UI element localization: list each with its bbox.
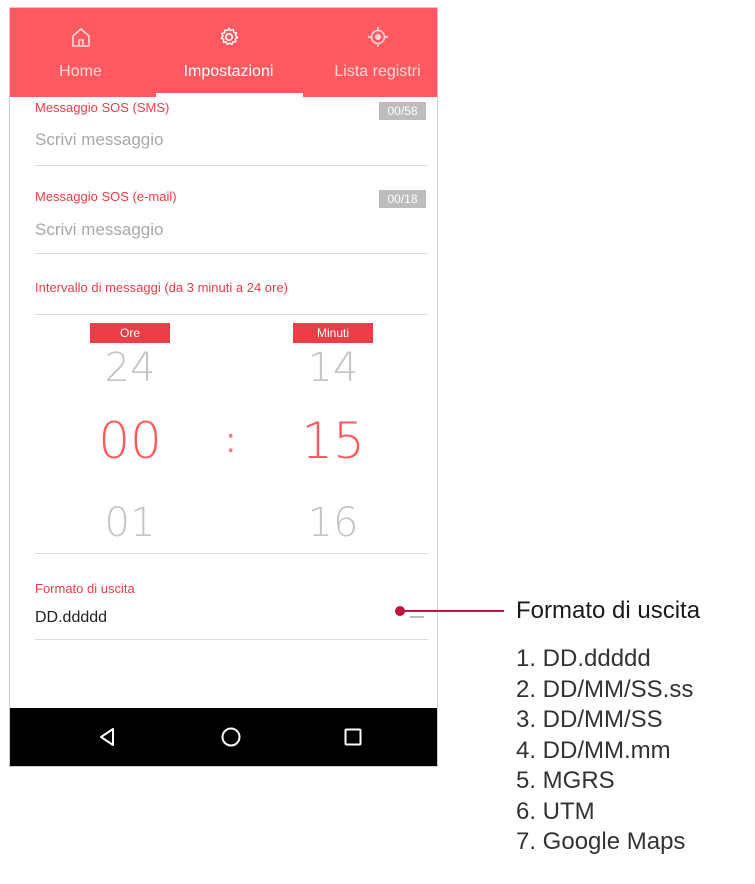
- settings-content: Messaggio SOS (SMS) 00/58 Scrivi messagg…: [10, 97, 437, 708]
- tab-home-label: Home: [59, 63, 102, 80]
- hours-next-value[interactable]: 01: [85, 500, 175, 546]
- list-item: 2. DD/MM/SS.ss: [516, 675, 694, 703]
- tab-bar: Home Impostazioni Lista registri: [10, 8, 437, 97]
- phone-screen: Home Impostazioni Lista registri Messagg…: [9, 7, 438, 767]
- output-format-value[interactable]: DD.ddddd: [35, 609, 107, 627]
- sos-email-input[interactable]: Scrivi messaggio: [35, 220, 164, 240]
- home-icon: [71, 28, 90, 47]
- minutes-selected-value[interactable]: 15: [278, 412, 388, 470]
- list-item: 6. UTM: [516, 797, 595, 825]
- time-separator: :: [226, 422, 236, 460]
- divider: [35, 553, 428, 554]
- hours-label: Ore: [90, 323, 170, 343]
- minutes-prev-value[interactable]: 14: [288, 345, 378, 391]
- output-format-options-list: 1. DD.ddddd 2. DD/MM/SS.ss 3. DD/MM/SS 4…: [516, 644, 693, 858]
- back-icon[interactable]: [96, 726, 118, 748]
- location-target-icon: [367, 27, 388, 47]
- tab-settings-label: Impostazioni: [183, 63, 274, 80]
- tab-settings[interactable]: Impostazioni: [151, 8, 306, 97]
- hours-prev-value[interactable]: 24: [85, 345, 175, 391]
- home-circle-icon[interactable]: [220, 726, 242, 748]
- dropdown-indicator-icon[interactable]: [410, 616, 424, 618]
- sos-email-label: Messaggio SOS (e-mail): [35, 189, 177, 204]
- callout-line: [400, 610, 504, 612]
- minutes-next-value[interactable]: 16: [288, 500, 378, 546]
- divider: [35, 639, 428, 640]
- sos-sms-counter: 00/58: [379, 102, 426, 120]
- minutes-label: Minuti: [293, 323, 373, 343]
- legend-title: Formato di uscita: [516, 597, 701, 624]
- list-item: 4. DD/MM.mm: [516, 736, 671, 764]
- output-format-label: Formato di uscita: [35, 581, 135, 596]
- list-item: 3. DD/MM/SS: [516, 706, 663, 733]
- sos-email-counter: 00/18: [379, 190, 426, 208]
- hours-selected-value[interactable]: 00: [75, 412, 185, 470]
- tab-home[interactable]: Home: [10, 8, 151, 97]
- list-item: 1. DD.ddddd: [516, 645, 651, 672]
- divider: [35, 253, 428, 254]
- sos-sms-label: Messaggio SOS (SMS): [35, 100, 170, 115]
- sos-sms-input[interactable]: Scrivi messaggio: [35, 130, 164, 150]
- interval-label: Intervallo di messaggi (da 3 minuti a 24…: [35, 280, 288, 295]
- divider: [35, 165, 428, 166]
- divider: [35, 314, 428, 315]
- list-item: 7. Google Maps: [516, 828, 686, 855]
- recents-square-icon[interactable]: [342, 726, 364, 748]
- list-item: 5. MGRS: [516, 767, 615, 794]
- gear-icon: [220, 27, 238, 46]
- tab-log-list-label: Lista registri: [334, 63, 421, 80]
- system-nav-bar: [10, 708, 437, 766]
- tab-log-list[interactable]: Lista registri: [316, 8, 437, 97]
